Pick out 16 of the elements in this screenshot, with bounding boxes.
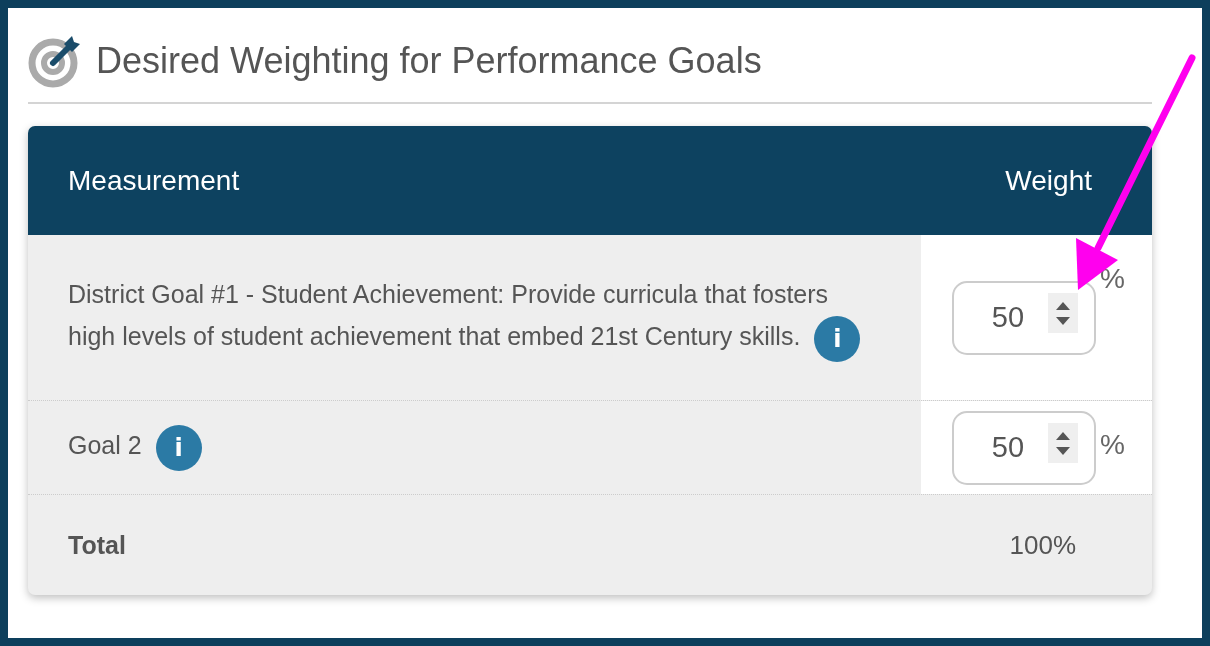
column-header: Measurement — [68, 164, 240, 197]
section-title: Desired Weighting for Performance Goals — [96, 40, 762, 82]
weight-field[interactable]: 50 — [952, 410, 1096, 485]
goal-text: District Goal #1 - Student Achievement: Provide curricula that fosters high levels of student achievement that embed 21st Century skills. i — [68, 273, 868, 362]
goal-text: Goal 2 i — [68, 424, 202, 471]
spinner-icon[interactable] — [1048, 422, 1078, 463]
total-value: 100% — [1009, 529, 1076, 561]
info-button[interactable]: i — [814, 315, 861, 362]
percent-unit: % — [1100, 429, 1125, 461]
target-icon — [28, 34, 82, 88]
weight-field[interactable]: 50 — [952, 280, 1096, 355]
info-button[interactable]: i — [155, 424, 202, 471]
percent-unit: % — [1100, 263, 1125, 295]
spinner-icon[interactable] — [1048, 292, 1078, 333]
total-label: Total — [68, 530, 126, 560]
column-header: Weight — [1005, 164, 1092, 197]
